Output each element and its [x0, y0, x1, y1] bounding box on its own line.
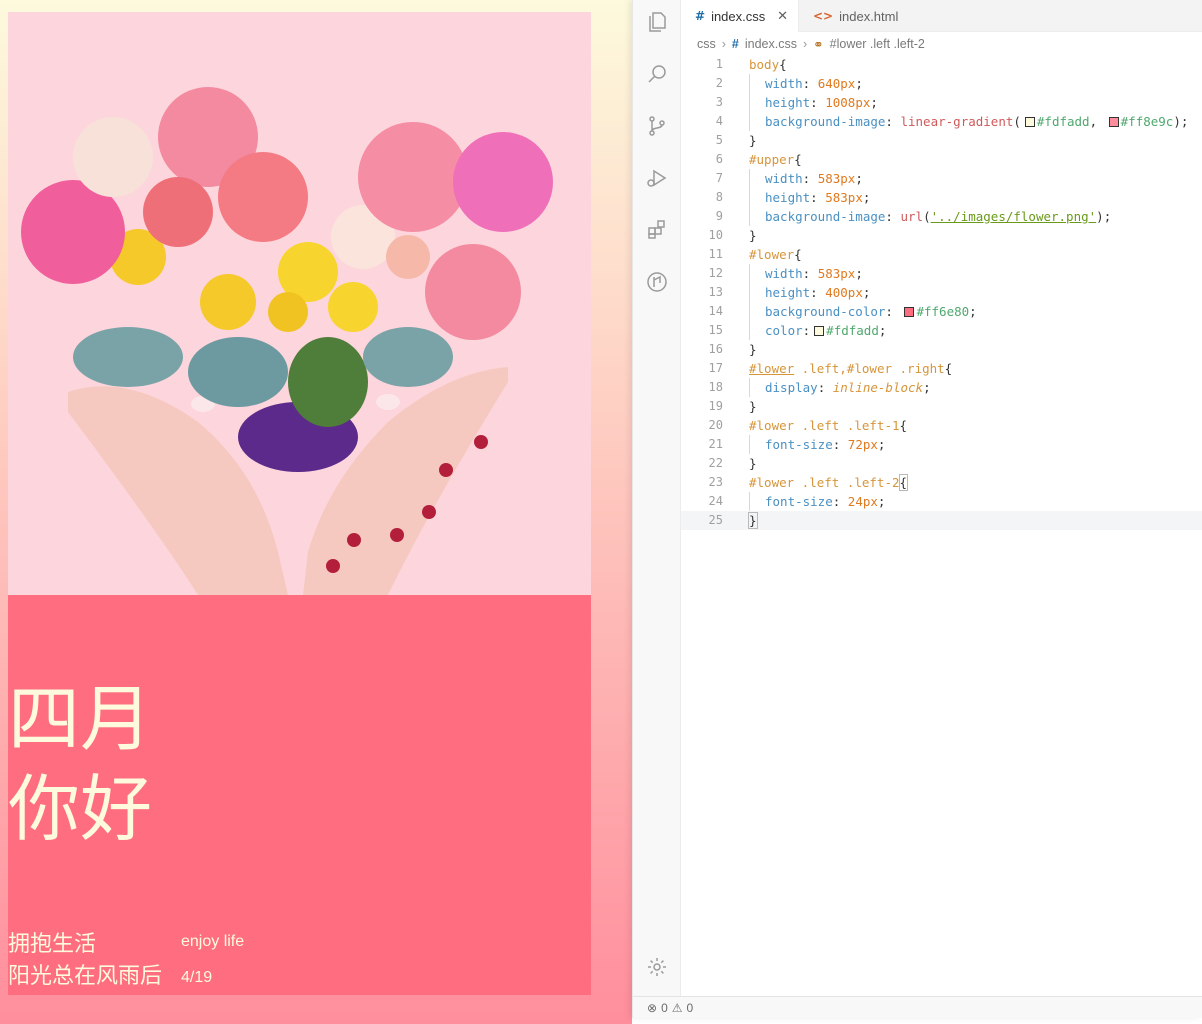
css-file-icon: # — [695, 9, 706, 23]
remote-icon[interactable] — [645, 270, 669, 294]
editor-tabs: # index.css ✕ <> index.html — [681, 0, 1202, 32]
tab-index-css[interactable]: # index.css ✕ — [681, 0, 799, 32]
close-icon[interactable]: ✕ — [777, 8, 788, 24]
chevron-right-icon: › — [802, 37, 808, 51]
code-line: 19} — [708, 399, 757, 414]
code-line: 20 #lower .left .left-1{ — [708, 418, 908, 433]
tab-label: index.html — [839, 8, 899, 24]
code-line: 7 width: 583px; — [715, 169, 863, 188]
code-editor: # index.css ✕ <> index.html css › # inde… — [632, 0, 1202, 1018]
status-bar: ⊗ 0 ⚠ 0 — [633, 996, 1202, 1018]
subtitle-embrace-life: 拥抱生活 — [8, 932, 97, 957]
subtitle-sunshine: 阳光总在风雨后 — [8, 964, 163, 989]
breadcrumb-symbol[interactable]: #lower .left .left-2 — [830, 37, 925, 51]
code-line: 10} — [708, 228, 757, 243]
code-line: 9 background-image: url('../images/flower… — [715, 207, 1112, 226]
error-count[interactable]: 0 — [661, 1001, 668, 1015]
warning-icon[interactable]: ⚠ — [672, 1001, 683, 1015]
activity-bar — [633, 0, 681, 996]
title-hello: 你好 — [8, 767, 153, 851]
code-line: 15 color: #fdfadd; — [708, 321, 887, 340]
title-april: 四月 — [8, 677, 153, 761]
html-file-icon: <> — [813, 9, 834, 23]
breadcrumb-file[interactable]: index.css — [745, 37, 797, 51]
code-line: 16} — [708, 342, 757, 357]
tab-index-html[interactable]: <> index.html — [799, 0, 921, 32]
code-line: 5} — [715, 133, 757, 148]
chevron-right-icon: › — [721, 37, 726, 51]
code-area[interactable]: 1 body{ 2 width: 640px; 3 height: 1008px; 4… — [681, 55, 1202, 530]
color-swatch[interactable] — [1024, 117, 1035, 127]
code-line: 22} — [708, 456, 757, 471]
code-line: 12 width: 583px; — [708, 264, 863, 283]
error-icon[interactable]: ⊗ — [647, 1001, 657, 1015]
color-swatch[interactable] — [904, 307, 915, 317]
enjoy-life-text: enjoy life — [181, 933, 245, 950]
files-icon[interactable] — [645, 10, 669, 34]
browser-preview: 四月 你好 拥抱生活 阳光总在风雨后 enjoy life 4/19 — [0, 0, 632, 1024]
code-line: 8 height: 583px; — [715, 188, 871, 207]
code-line: 23 #lower .left .left-2{ — [708, 474, 908, 491]
code-line: 6 #upper{ — [715, 152, 802, 167]
extensions-icon[interactable] — [645, 218, 669, 242]
breadcrumb: css › # index.css › ⚭ #lower .left .left… — [681, 33, 1202, 55]
date-text: 4/19 — [181, 969, 213, 986]
code-line: 3 height: 1008px; — [715, 93, 878, 112]
code-line: 14 background-color: #ff6e80; — [708, 302, 977, 321]
flower-heart-illustration — [8, 12, 591, 595]
run-debug-icon[interactable] — [645, 166, 669, 190]
code-line: 2 width: 640px; — [715, 74, 863, 93]
flower-image — [8, 12, 591, 595]
code-line: 4 background-image: linear-gradient(#fdfa… — [715, 112, 1189, 131]
symbol-icon: ⚭ — [813, 37, 824, 52]
code-line: 13 height: 400px; — [708, 283, 871, 302]
tab-label: index.css — [711, 8, 766, 24]
code-line: 18 display: inline-block; — [708, 378, 931, 397]
search-icon[interactable] — [645, 62, 669, 86]
css-file-icon: # — [731, 37, 739, 51]
color-swatch[interactable] — [1108, 117, 1119, 127]
gear-icon[interactable] — [645, 955, 669, 979]
code-line: 1 body{ — [715, 57, 787, 72]
code-line: 17 #lower .left,#lower .right{ — [708, 361, 953, 376]
breadcrumb-folder[interactable]: css — [697, 37, 716, 51]
color-swatch[interactable] — [814, 326, 825, 336]
code-line: 11 #lower{ — [708, 247, 802, 262]
lower-section: 四月 你好 拥抱生活 阳光总在风雨后 enjoy life 4/19 — [8, 595, 591, 995]
code-line: 24 font-size: 24px; — [708, 492, 886, 511]
warning-count[interactable]: 0 — [687, 1001, 694, 1015]
source-control-icon[interactable] — [645, 114, 669, 138]
code-line: 21 font-size: 72px; — [708, 435, 886, 454]
code-line-current: 25} — [681, 511, 1202, 530]
